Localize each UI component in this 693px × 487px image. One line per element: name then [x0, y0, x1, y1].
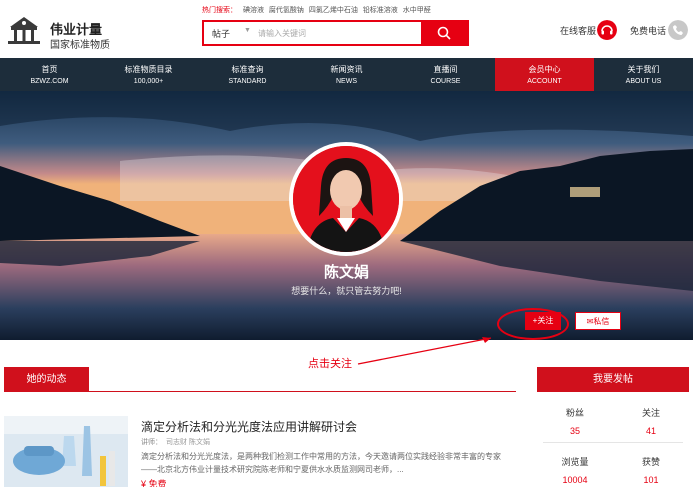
annotation-text: 点击关注 [308, 358, 352, 370]
profile-banner: 陈文娟 想要什么，就只管去努力吧! +关注 ✉私信 [0, 91, 693, 340]
profile-motto: 想要什么，就只管去努力吧! [291, 286, 402, 296]
stat-value: 101 [643, 475, 659, 485]
post-meta-label: 讲师： [141, 439, 162, 446]
chevron-down-icon[interactable]: ▼ [244, 27, 251, 34]
stat-following[interactable]: 关注 41 [613, 406, 689, 436]
nav-item-sub: BZWZ.COM [30, 78, 69, 85]
phone-icon[interactable] [668, 20, 688, 40]
post-meta: 讲师： 司志财 陈文娟 [141, 437, 210, 447]
search-icon [437, 26, 451, 40]
stat-value: 41 [645, 426, 656, 436]
search-category-select[interactable]: 帖子 [212, 27, 230, 40]
stat-label: 浏览量 [561, 457, 589, 467]
main-nav: 首页 BZWZ.COM 标准物质目录 100,000+ 标准查询 STANDAR… [0, 58, 693, 91]
nav-item-title: 首页 [41, 65, 58, 74]
stat-value: 35 [569, 426, 580, 436]
nav-item-title: 关于我们 [627, 65, 660, 74]
person-portrait-icon [293, 146, 399, 252]
profile-name: 陈文娟 [323, 264, 369, 281]
brand-subtitle: 国家标准物质 [50, 40, 110, 51]
divider [543, 442, 683, 443]
post-thumbnail[interactable] [4, 416, 128, 487]
nav-item-title: 直播间 [433, 65, 458, 74]
post-price: ¥ 免费 [141, 479, 167, 487]
nav-item-sub: NEWS [336, 78, 357, 85]
post-title[interactable]: 滴定分析法和分光光度法应用讲解研讨会 [141, 418, 357, 435]
headset-icon[interactable] [597, 20, 617, 40]
stat-label: 关注 [641, 408, 660, 418]
post-description: 滴定分析法和分光光度法，是两种我们检测工作中常用的方法，今天邀请两位实践经验非常… [141, 452, 501, 474]
post-speakers: 司志财 陈文娟 [166, 439, 210, 446]
nav-item-home[interactable]: 首页 BZWZ.COM [0, 58, 99, 91]
nav-item-sub: COURSE [430, 78, 461, 85]
follow-button[interactable]: +关注 [525, 312, 561, 330]
search-input[interactable] [258, 25, 408, 41]
nav-item-title: 标准物质目录 [124, 65, 173, 74]
nav-item-catalog[interactable]: 标准物质目录 100,000+ [99, 58, 198, 91]
free-phone-link[interactable]: 免费电话 [630, 24, 666, 37]
message-button[interactable]: ✉私信 [575, 312, 621, 330]
nav-item-title: 会员中心 [528, 65, 561, 74]
nav-item-sub: 100,000+ [133, 78, 164, 85]
stats-panel: 粉丝 35 关注 41 浏览量 10004 获赞 101 [537, 396, 689, 487]
hot-keyword[interactable]: 碘溶液 [243, 7, 264, 14]
search-button[interactable] [421, 22, 467, 44]
hot-search-label: 热门搜索： [202, 7, 237, 14]
stat-views: 浏览量 10004 [537, 455, 613, 485]
hot-keyword[interactable]: 水中甲醛 [403, 7, 431, 14]
stat-fans[interactable]: 粉丝 35 [537, 406, 613, 436]
nav-item-sub: STANDARD [228, 78, 267, 85]
online-service-link[interactable]: 在线客服 [560, 24, 596, 37]
nav-item-course[interactable]: 直播间 COURSE [396, 58, 495, 91]
stat-label: 粉丝 [565, 408, 584, 418]
hot-keyword[interactable]: 铅标准溶液 [363, 7, 398, 14]
stat-likes: 获赞 101 [613, 455, 689, 485]
nav-item-title: 标准查询 [231, 65, 264, 74]
divider [4, 391, 516, 392]
nav-item-news[interactable]: 新闻资讯 NEWS [297, 58, 396, 91]
stat-value: 10004 [562, 475, 588, 485]
nav-item-sub: ABOUT US [625, 78, 662, 85]
nav-item-title: 新闻资讯 [330, 65, 363, 74]
hot-search: 热门搜索： 碘溶液 腐代氢酸钠 四氯乙烯中石油 铅标准溶液 水中甲醛 [202, 5, 434, 15]
nav-item-about[interactable]: 关于我们 ABOUT US [594, 58, 693, 91]
tab-her-activity[interactable]: 她的动态 [4, 367, 89, 392]
avatar-photo [293, 146, 399, 252]
annotation-arrow-icon [357, 337, 492, 365]
hot-keyword[interactable]: 四氯乙烯中石油 [309, 7, 358, 14]
hot-keyword[interactable]: 腐代氢酸钠 [269, 7, 304, 14]
nav-item-standard[interactable]: 标准查询 STANDARD [198, 58, 297, 91]
message-button-label: 私信 [593, 317, 610, 326]
avatar [289, 142, 403, 256]
stat-label: 获赞 [641, 457, 660, 467]
site-header: 伟业计量 国家标准物质 热门搜索： 碘溶液 腐代氢酸钠 四氯乙烯中石油 铅标准溶… [0, 0, 693, 58]
lab-image [4, 416, 128, 487]
nav-item-sub: ACCOUNT [527, 78, 562, 85]
nav-item-account[interactable]: 会员中心 ACCOUNT [495, 58, 594, 91]
logo-icon[interactable] [6, 14, 42, 46]
create-post-button[interactable]: 我要发帖 [537, 367, 689, 392]
search-bar: 帖子 ▼ [202, 20, 469, 46]
